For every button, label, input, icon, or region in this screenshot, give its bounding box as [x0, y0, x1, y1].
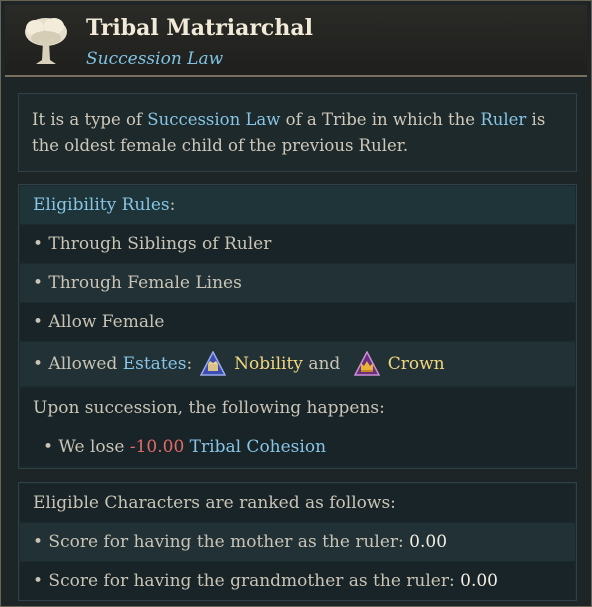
law-type-link[interactable]: Succession Law: [86, 49, 223, 69]
ranking-value: 0.00: [409, 532, 448, 552]
effect-row: • We lose -10.00 Tribal Cohesion: [20, 428, 575, 466]
estates-link[interactable]: Estates: [123, 354, 187, 374]
effect-prefix: • We lose: [43, 437, 130, 457]
colon-text: :: [186, 354, 193, 374]
tooltip-header: Tribal Matriarchal Succession Law: [5, 5, 587, 77]
law-title: Tribal Matriarchal: [86, 15, 313, 41]
succession-row: Upon succession, the following happens:: [20, 388, 575, 428]
rule-text: • Through Siblings of Ruler: [33, 234, 272, 254]
estates-prefix: • Allowed: [33, 354, 123, 374]
eligibility-rules-link[interactable]: Eligibility Rules: [33, 195, 170, 215]
description-segment: of a Tribe in which the: [280, 110, 481, 129]
and-word: and: [308, 354, 341, 374]
tree-icon: [25, 18, 67, 64]
tribal-cohesion-link[interactable]: Tribal Cohesion: [190, 437, 326, 457]
eligibility-panel: Eligibility Rules: • Through Siblings of…: [18, 184, 577, 469]
ranking-row: • Score for having the grandmother as th…: [20, 562, 575, 600]
eligibility-heading: Eligibility Rules:: [20, 186, 575, 224]
ranking-panel: Eligible Characters are ranked as follow…: [18, 482, 577, 601]
crown-estate-link[interactable]: Crown: [388, 354, 445, 374]
rule-text: • Allow Female: [33, 312, 165, 332]
ranking-row: • Score for having the mother as the rul…: [20, 523, 575, 561]
estates-row: • Allowed Estates: Nobility and Crown: [20, 342, 575, 386]
succession-law-link[interactable]: Succession Law: [147, 110, 280, 129]
rule-row: • Through Siblings of Ruler: [20, 225, 575, 263]
tooltip-window: Tribal Matriarchal Succession Law It is …: [0, 0, 592, 607]
rule-row: • Allow Female: [20, 303, 575, 341]
description-text: It is a type of Succession Law of a Trib…: [32, 107, 567, 159]
rule-text: • Through Female Lines: [33, 273, 242, 293]
description-segment: It is a type of: [32, 110, 148, 129]
nobility-estate-link[interactable]: Nobility: [234, 354, 303, 374]
ranking-heading-text: Eligible Characters are ranked as follow…: [33, 493, 396, 513]
ruler-link[interactable]: Ruler: [480, 110, 526, 129]
and-text: and: [303, 354, 346, 374]
succession-text: Upon succession, the following happens:: [33, 398, 385, 418]
ranking-value: 0.00: [460, 571, 498, 591]
description-panel: It is a type of Succession Law of a Trib…: [18, 93, 577, 172]
effect-value: -10.00: [129, 437, 185, 457]
ranking-label: • Score for having the mother as the rul…: [33, 532, 410, 552]
ranking-heading: Eligible Characters are ranked as follow…: [20, 484, 575, 522]
crown-estate-icon: [353, 351, 380, 376]
nobility-estate-icon: [200, 351, 227, 376]
rule-row: • Through Female Lines: [20, 264, 575, 302]
ranking-label: • Score for having the grandmother as th…: [33, 571, 461, 591]
colon-text: :: [169, 195, 176, 215]
